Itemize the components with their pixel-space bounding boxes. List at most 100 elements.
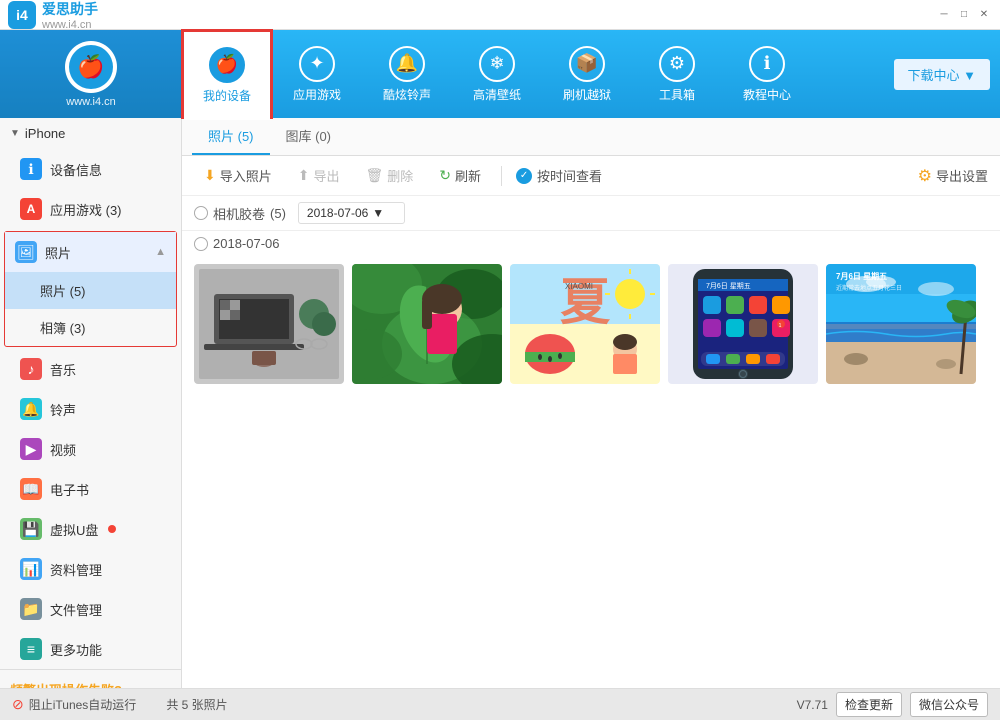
check-update-button[interactable]: 检查更新 <box>836 692 902 717</box>
logo-text-area: 爱思助手 www.i4.cn <box>42 0 98 31</box>
nav-item-jailbreak[interactable]: 📦 刷机越狱 <box>542 30 632 118</box>
sidebar-apps-label: 应用游戏 (3) <box>50 200 122 219</box>
import-photos-button[interactable]: ⬇ 导入照片 <box>194 162 282 189</box>
sidebar-footer: 频繁出现操作失败? <box>0 669 181 688</box>
toolbar-separator <box>501 166 502 186</box>
sidebar-item-ebook[interactable]: 📖 电子书 <box>0 469 181 509</box>
date-dropdown-icon: ▼ <box>372 206 384 220</box>
main-layout: ▼ iPhone ℹ 设备信息 A 应用游戏 (3) 🖼 照片 ▲ 照片 (5) <box>0 118 1000 688</box>
version-label: V7.71 <box>797 698 828 712</box>
status-right-area: V7.71 检查更新 微信公众号 <box>797 692 988 717</box>
sidebar-item-albums-sub[interactable]: 相簿 (3) <box>5 309 176 346</box>
camera-roll-radio[interactable]: 相机胶卷 (5) <box>194 204 286 223</box>
status-photo-count: 共 5 张照片 <box>166 696 227 713</box>
sidebar-item-more[interactable]: ≡ 更多功能 <box>0 629 181 669</box>
photo-item-5[interactable]: 7月6日 星期五 近期常去地点五月花三日 <box>826 264 976 384</box>
nav-item-ringtones[interactable]: 🔔 酷炫铃声 <box>362 30 452 118</box>
nav-item-tutorial-label: 教程中心 <box>743 86 791 103</box>
date-group-radio[interactable] <box>194 237 208 251</box>
date-value: 2018-07-06 <box>307 206 368 220</box>
apps-icon: ✦ <box>299 46 335 82</box>
nav-item-wallpaper-label: 高清壁纸 <box>473 86 521 103</box>
nav-item-my-device[interactable]: 🍎 我的设备 <box>182 30 272 118</box>
problem-button[interactable]: 频繁出现操作失败? <box>10 680 122 688</box>
photo-item-1[interactable] <box>194 264 344 384</box>
statusbar: ⊘ 阻止iTunes自动运行 共 5 张照片 V7.71 检查更新 微信公众号 <box>0 688 1000 720</box>
photo-item-2[interactable] <box>352 264 502 384</box>
device-arrow-icon: ▼ <box>10 128 20 139</box>
sidebar-ebook-label: 电子书 <box>50 480 89 499</box>
download-center-button[interactable]: 下载中心 ▼ <box>894 59 990 90</box>
export-button[interactable]: ⬆ 导出 <box>288 162 350 189</box>
nav-logo-inner: 🍎 <box>69 45 113 89</box>
ringtones-icon: 🔔 <box>389 46 425 82</box>
navbar: 🍎 www.i4.cn 🍎 我的设备 ✦ 应用游戏 🔔 酷炫铃声 ❄ 高清壁纸 … <box>0 30 1000 118</box>
titlebar: i4 爱思助手 www.i4.cn ─ □ ✕ <box>0 0 1000 30</box>
sidebar-more-label: 更多功能 <box>50 640 102 659</box>
nav-item-ringtones-label: 酷炫铃声 <box>383 86 431 103</box>
export-settings-button[interactable]: ⚙ 导出设置 <box>918 166 988 186</box>
logo-area: i4 爱思助手 www.i4.cn <box>8 0 98 31</box>
sidebar-item-file-mgr[interactable]: 📁 文件管理 <box>0 589 181 629</box>
minimize-button[interactable]: ─ <box>936 7 952 23</box>
date-select[interactable]: 2018-07-06 ▼ <box>298 202 405 224</box>
device-info-icon: ℹ <box>20 158 42 180</box>
camera-roll-label: 相机胶卷 <box>213 204 265 223</box>
camera-roll-radio-circle <box>194 206 208 220</box>
nav-item-toolbox[interactable]: ⚙ 工具箱 <box>632 30 722 118</box>
close-button[interactable]: ✕ <box>976 7 992 23</box>
sidebar-item-data-mgr[interactable]: 📊 资料管理 <box>0 549 181 589</box>
sidebar-device-row[interactable]: ▼ iPhone <box>0 118 181 149</box>
nav-item-jailbreak-label: 刷机越狱 <box>563 86 611 103</box>
camera-roll-count: (5) <box>270 206 286 221</box>
filter-row: 相机胶卷 (5) 2018-07-06 ▼ <box>182 196 1000 231</box>
jailbreak-icon: 📦 <box>569 46 605 82</box>
sidebar-item-video[interactable]: ▶ 视频 <box>0 429 181 469</box>
sidebar-item-ringtones[interactable]: 🔔 铃声 <box>0 389 181 429</box>
nav-logo: 🍎 www.i4.cn <box>0 30 182 118</box>
sidebar-photos-sub-label: 照片 (5) <box>40 281 86 300</box>
sidebar-albums-sub-label: 相簿 (3) <box>40 318 86 337</box>
nav-item-wallpaper[interactable]: ❄ 高清壁纸 <box>452 30 542 118</box>
photo-item-4[interactable]: 7月6日 星期五 1 <box>668 264 818 384</box>
sidebar-music-label: 音乐 <box>50 360 76 379</box>
nav-item-tutorial[interactable]: ℹ 教程中心 <box>722 30 812 118</box>
sidebar-item-photos-group[interactable]: 🖼 照片 ▲ <box>5 232 176 272</box>
svg-text:1: 1 <box>779 323 782 329</box>
photos-group-icon: 🖼 <box>15 241 37 263</box>
tab-gallery[interactable]: 图库 (0) <box>270 118 348 155</box>
import-icon: ⬇ <box>204 167 216 184</box>
sidebar-item-device-info[interactable]: ℹ 设备信息 <box>0 149 181 189</box>
nav-item-apps[interactable]: ✦ 应用游戏 <box>272 30 362 118</box>
music-sidebar-icon: ♪ <box>20 358 42 380</box>
maximize-button[interactable]: □ <box>956 7 972 23</box>
sidebar-item-music[interactable]: ♪ 音乐 <box>0 349 181 389</box>
more-sidebar-icon: ≡ <box>20 638 42 660</box>
sidebar-file-mgr-label: 文件管理 <box>50 600 102 619</box>
photo-grid: 夏 XIAOMI <box>182 256 1000 688</box>
wallpaper-icon: ❄ <box>479 46 515 82</box>
svg-text:近期常去地点五月花三日: 近期常去地点五月花三日 <box>836 284 902 292</box>
status-itunes[interactable]: ⊘ 阻止iTunes自动运行 <box>12 696 136 713</box>
refresh-button[interactable]: ↻ 刷新 <box>429 162 491 189</box>
svg-text:7月6日 星期五: 7月6日 星期五 <box>706 282 751 290</box>
data-mgr-sidebar-icon: 📊 <box>20 558 42 580</box>
time-view-checkbox[interactable]: ✓ 按时间查看 <box>516 166 602 185</box>
delete-button[interactable]: 🗑 删除 <box>356 162 424 189</box>
sidebar-item-udisk[interactable]: 💾 虚拟U盘 <box>0 509 181 549</box>
photo-item-3[interactable]: 夏 XIAOMI <box>510 264 660 384</box>
nav-item-my-device-label: 我的设备 <box>203 87 251 104</box>
tab-photos[interactable]: 照片 (5) <box>192 118 270 155</box>
sidebar-device-info-label: 设备信息 <box>50 160 102 179</box>
tutorial-icon: ℹ <box>749 46 785 82</box>
sidebar-device-name: iPhone <box>25 126 65 141</box>
sidebar-item-apps[interactable]: A 应用游戏 (3) <box>0 189 181 229</box>
itunes-label: 阻止iTunes自动运行 <box>29 696 137 713</box>
sidebar: ▼ iPhone ℹ 设备信息 A 应用游戏 (3) 🖼 照片 ▲ 照片 (5) <box>0 118 182 688</box>
svg-text:XIAOMI: XIAOMI <box>565 282 593 291</box>
weixin-button[interactable]: 微信公众号 <box>910 692 988 717</box>
nav-logo-circle: 🍎 <box>65 41 117 93</box>
sidebar-ringtones-label: 铃声 <box>50 400 76 419</box>
sidebar-item-photos-sub[interactable]: 照片 (5) <box>5 272 176 309</box>
ebook-sidebar-icon: 📖 <box>20 478 42 500</box>
